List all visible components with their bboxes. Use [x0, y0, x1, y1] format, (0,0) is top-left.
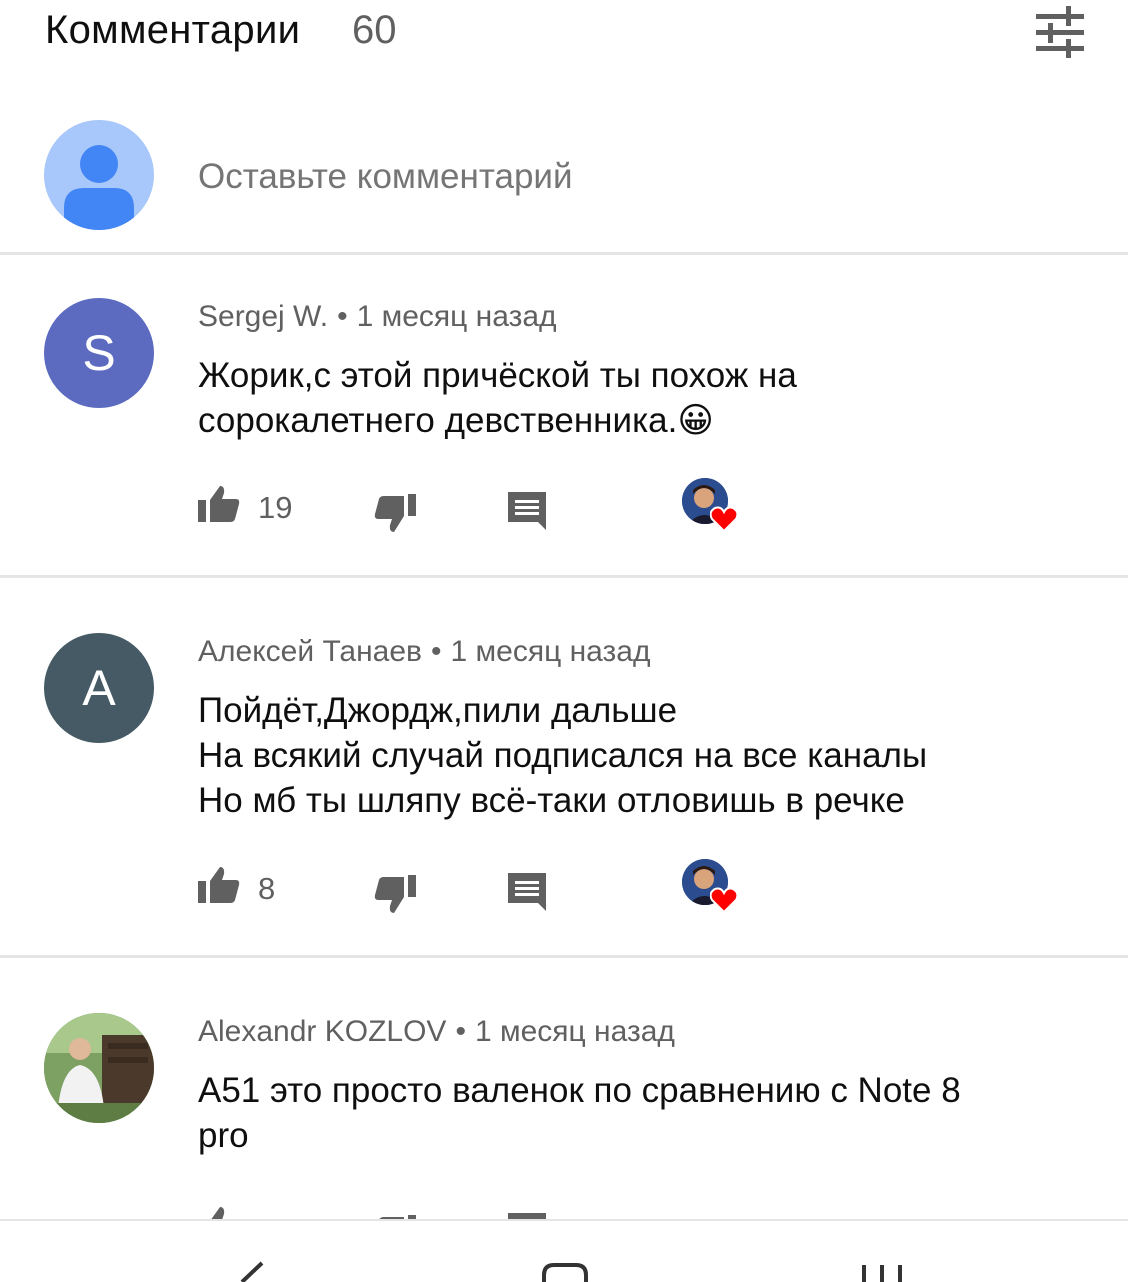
sort-filter-icon [1036, 6, 1084, 58]
avatar-letter: А [82, 660, 116, 716]
grinning-emoji: 😀 [677, 401, 714, 440]
like-count: 8 [258, 871, 276, 906]
comment-actions: 8 [198, 859, 798, 916]
creator-heart-icon [710, 887, 738, 913]
comment-meta: Sergej W. • 1 месяц назад [198, 300, 557, 333]
comment-author[interactable]: Alexandr KOZLOV [198, 1015, 446, 1048]
dislike-button[interactable] [374, 875, 416, 920]
divider [0, 252, 1128, 255]
thumb-down-icon [374, 494, 416, 532]
system-navigation-bar [0, 1219, 1128, 1282]
comment-line: А51 это просто валенок по сравнению с No… [198, 1071, 961, 1110]
dislike-button[interactable] [374, 494, 416, 539]
commenter-avatar[interactable] [44, 1013, 154, 1123]
comments-header: Комментарии 60 [0, 0, 1128, 70]
comment-text: Жорик,с этой причёской ты похож на сорок… [198, 353, 1098, 443]
home-icon[interactable] [540, 1261, 590, 1282]
reply-comment-icon [508, 492, 546, 530]
commenter-avatar[interactable]: S [44, 298, 154, 408]
comment-line: Но мб ты шляпу всё-таки отловишь в речке [198, 781, 905, 820]
thumb-up-icon [198, 867, 240, 903]
comments-count: 60 [352, 8, 397, 52]
comment-author[interactable]: Sergej W. [198, 300, 328, 333]
comment-text: Пойдёт,Джордж,пили дальше На всякий случ… [198, 688, 1098, 823]
comment-meta: Alexandr KOZLOV • 1 месяц назад [198, 1015, 675, 1048]
user-avatar [44, 120, 154, 230]
like-button[interactable] [198, 1205, 240, 1219]
comment-time: 1 месяц назад [450, 635, 651, 668]
comment-item: Alexandr KOZLOV • 1 месяц назад А51 это пр… [0, 1013, 1128, 1219]
divider [0, 575, 1128, 578]
comment-text: А51 это просто валенок по сравнению с No… [198, 1068, 1098, 1158]
thumb-down-icon [374, 875, 416, 913]
divider [0, 955, 1128, 958]
like-button[interactable] [198, 865, 240, 910]
comment-line: Жорик,с этой причёской ты похож на [198, 356, 797, 395]
default-user-icon [64, 145, 134, 230]
comment-meta: Алексей Танаев • 1 месяц назад [198, 635, 651, 668]
back-icon[interactable] [232, 1261, 268, 1282]
comment-item: S Sergej W. • 1 месяц назад Жорик,с этой п… [0, 298, 1128, 558]
comment-line: pro [198, 1116, 249, 1155]
user-photo-icon [44, 1013, 154, 1123]
comment-time: 1 месяц назад [474, 1015, 675, 1048]
comment-actions [198, 1205, 798, 1219]
reply-button[interactable] [508, 873, 546, 916]
like-count: 19 [258, 490, 293, 525]
thumb-up-icon [211, 1207, 225, 1219]
recent-apps-icon[interactable] [858, 1261, 908, 1282]
comments-title: Комментарии [45, 8, 301, 52]
commenter-avatar[interactable]: А [44, 633, 154, 743]
comment-time: 1 месяц назад [356, 300, 557, 333]
comment-author[interactable]: Алексей Танаев [198, 635, 422, 668]
comment-actions: 19 [198, 478, 798, 535]
comment-line: На всякий случай подписался на все канал… [198, 736, 928, 775]
comment-line: Пойдёт,Джордж,пили дальше [198, 691, 678, 730]
like-button[interactable] [198, 484, 240, 529]
thumb-up-icon [198, 486, 240, 522]
reply-button[interactable] [508, 492, 546, 535]
sort-button[interactable] [1030, 6, 1090, 58]
reply-comment-icon [508, 873, 546, 911]
creator-heart-icon [710, 506, 738, 532]
add-comment-row [0, 90, 1128, 250]
avatar-letter: S [82, 325, 116, 381]
comment-line: сорокалетнего девственника. [198, 401, 678, 440]
comment-input[interactable] [198, 152, 1078, 202]
comment-item: А Алексей Танаев • 1 месяц назад Пойдёт,Дж… [0, 633, 1128, 933]
